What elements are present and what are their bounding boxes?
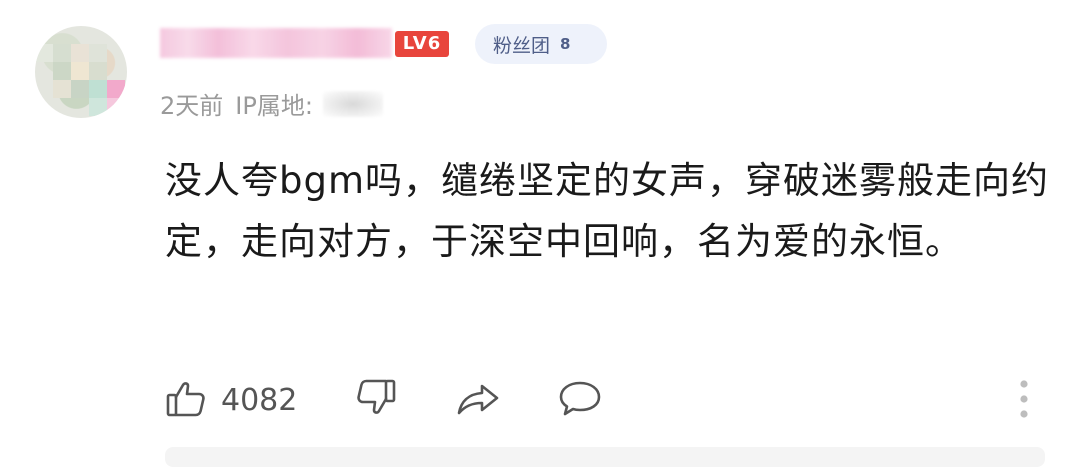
comment-bubble-icon — [557, 377, 603, 423]
reply-preview-box[interactable] — [165, 447, 1045, 467]
level-badge: LV6 — [395, 31, 449, 57]
like-button[interactable]: 4082 — [165, 375, 297, 425]
comment-text: 没人夸bgm吗，缱绻坚定的女声，穿破迷雾般走向约定，走向对方，于深空中回响，名为… — [165, 159, 1050, 263]
ip-location-redacted — [322, 90, 383, 117]
avatar[interactable] — [35, 26, 127, 118]
reply-button[interactable] — [557, 375, 603, 425]
ip-location-label: IP属地: — [235, 92, 313, 120]
thumbs-up-icon — [165, 377, 207, 423]
username-redacted[interactable] — [160, 28, 392, 58]
thumbs-down-icon — [355, 377, 397, 423]
share-button[interactable] — [455, 375, 501, 425]
like-count: 4082 — [221, 382, 298, 418]
more-vertical-icon — [1015, 380, 1033, 425]
share-icon — [455, 377, 501, 423]
comment-actions: 4082 — [165, 375, 1045, 425]
fan-club-badge[interactable]: 粉丝团 8 — [475, 24, 607, 64]
time-ago: 2天前 — [160, 92, 224, 120]
fan-club-level: 8 — [560, 35, 571, 53]
dislike-button[interactable] — [355, 375, 397, 425]
more-options-button[interactable] — [1015, 377, 1033, 425]
comment-meta: 2天前 IP属地: — [160, 86, 383, 121]
fan-club-label: 粉丝团 — [493, 34, 551, 57]
